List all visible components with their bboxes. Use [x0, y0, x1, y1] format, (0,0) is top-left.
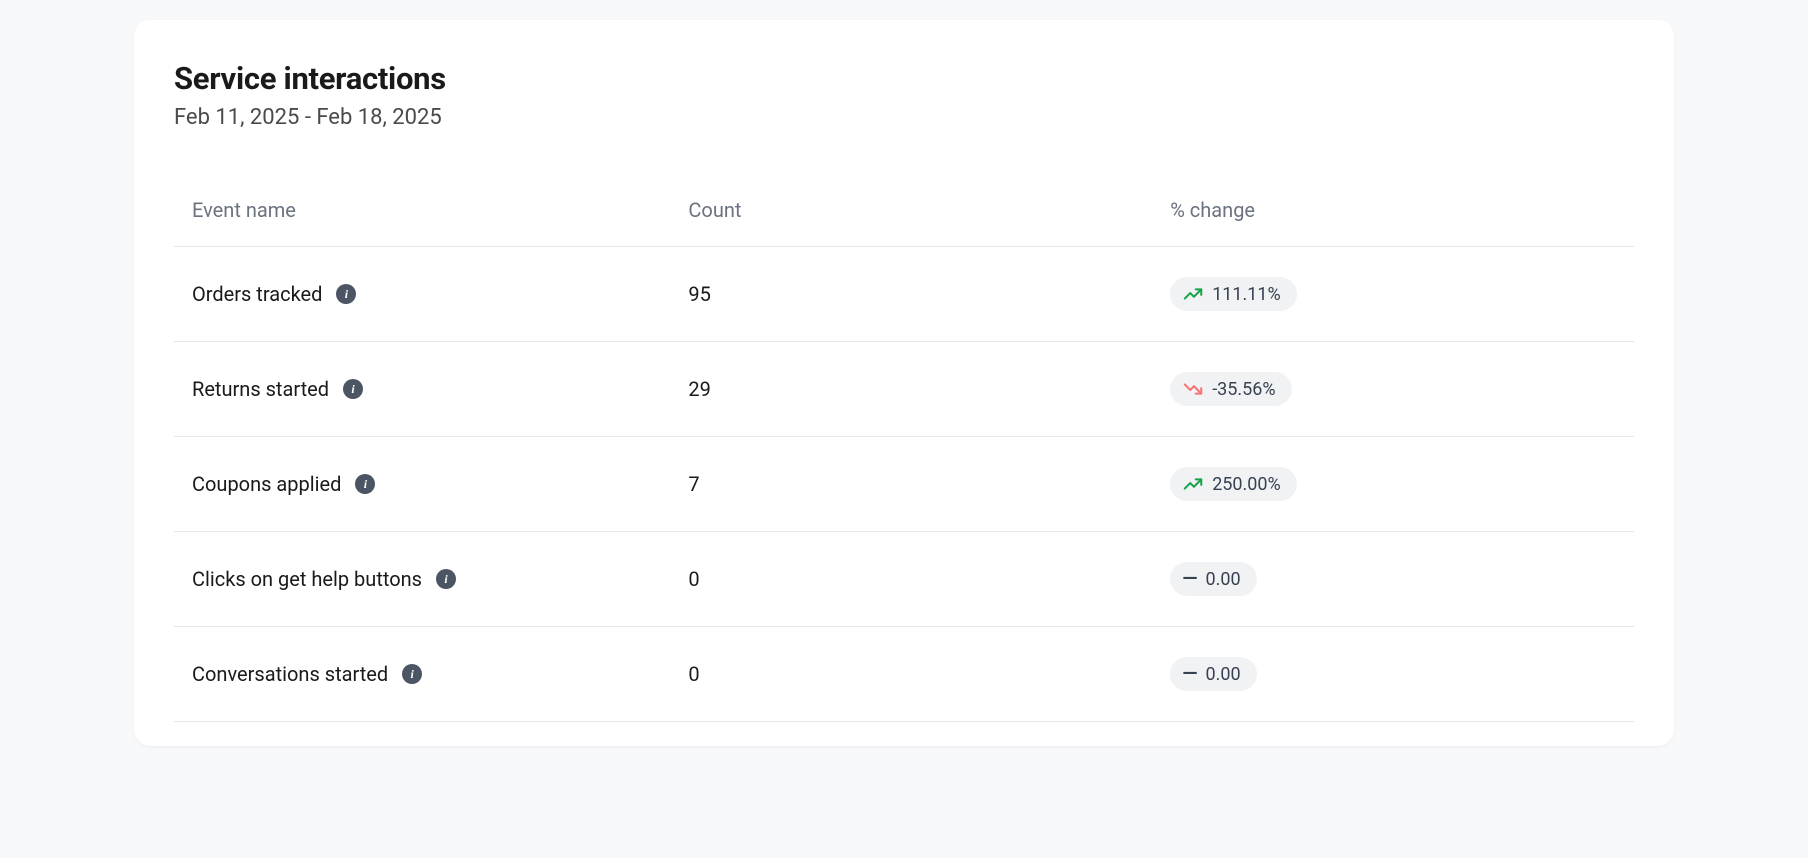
event-cell: Orders tracked i — [174, 247, 670, 342]
header-event: Event name — [174, 182, 670, 247]
count-cell: 29 — [670, 342, 1152, 437]
event-label: Clicks on get help buttons — [192, 567, 422, 591]
change-value: -35.56% — [1212, 379, 1275, 400]
change-cell: — 0.00 — [1152, 627, 1634, 722]
change-badge: — 0.00 — [1170, 562, 1256, 596]
info-icon[interactable]: i — [355, 474, 375, 494]
count-cell: 7 — [670, 437, 1152, 532]
change-badge: — 0.00 — [1170, 657, 1256, 691]
count-cell: 0 — [670, 532, 1152, 627]
service-interactions-card: Service interactions Feb 11, 2025 - Feb … — [134, 20, 1674, 746]
table-row: Orders tracked i 95 111.11% — [174, 247, 1634, 342]
change-cell: — 0.00 — [1152, 532, 1634, 627]
change-cell: -35.56% — [1152, 342, 1634, 437]
change-badge: -35.56% — [1170, 372, 1291, 406]
table-row: Coupons applied i 7 250.00% — [174, 437, 1634, 532]
count-cell: 95 — [670, 247, 1152, 342]
header-count: Count — [670, 182, 1152, 247]
change-value: 0.00 — [1206, 664, 1241, 685]
table-row: Conversations started i 0 — 0.00 — [174, 627, 1634, 722]
event-label: Returns started — [192, 377, 329, 401]
count-cell: 0 — [670, 627, 1152, 722]
event-label: Coupons applied — [192, 472, 341, 496]
events-table: Event name Count % change Orders tracked… — [174, 182, 1634, 722]
trend-up-icon — [1182, 283, 1204, 305]
card-title: Service interactions — [174, 60, 1634, 97]
table-row: Clicks on get help buttons i 0 — 0.00 — [174, 532, 1634, 627]
header-change: % change — [1152, 182, 1634, 247]
trend-flat-icon: — — [1182, 663, 1197, 685]
change-value: 0.00 — [1206, 569, 1241, 590]
change-value: 250.00% — [1212, 474, 1281, 495]
table-row: Returns started i 29 -35.56% — [174, 342, 1634, 437]
info-icon[interactable]: i — [402, 664, 422, 684]
trend-down-icon — [1182, 378, 1204, 400]
event-cell: Clicks on get help buttons i — [174, 532, 670, 627]
change-badge: 250.00% — [1170, 467, 1297, 501]
trend-up-icon — [1182, 473, 1204, 495]
info-icon[interactable]: i — [436, 569, 456, 589]
trend-flat-icon: — — [1182, 568, 1197, 590]
card-date-range: Feb 11, 2025 - Feb 18, 2025 — [174, 105, 1634, 130]
event-label: Orders tracked — [192, 282, 322, 306]
change-badge: 111.11% — [1170, 277, 1297, 311]
event-label: Conversations started — [192, 662, 388, 686]
event-cell: Returns started i — [174, 342, 670, 437]
change-value: 111.11% — [1212, 284, 1281, 305]
event-cell: Conversations started i — [174, 627, 670, 722]
info-icon[interactable]: i — [343, 379, 363, 399]
change-cell: 111.11% — [1152, 247, 1634, 342]
info-icon[interactable]: i — [336, 284, 356, 304]
event-cell: Coupons applied i — [174, 437, 670, 532]
change-cell: 250.00% — [1152, 437, 1634, 532]
